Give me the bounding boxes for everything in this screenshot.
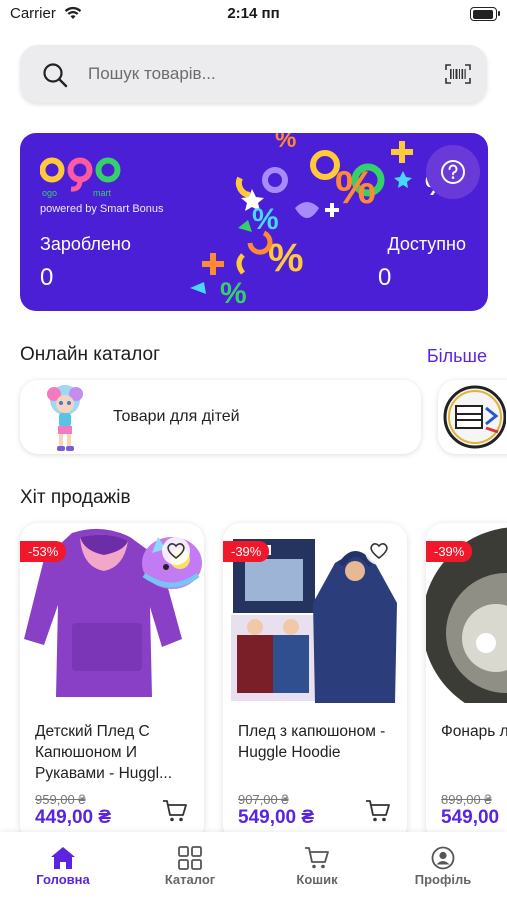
available-label: Доступно	[387, 234, 466, 254]
product-old-price: 959,00 ₴	[35, 792, 86, 807]
bestsellers-section-title: Хіт продажів	[20, 487, 131, 508]
tab-label: Головна	[36, 872, 90, 887]
svg-text:%: %	[335, 161, 376, 213]
add-to-cart-icon[interactable]	[365, 799, 391, 828]
earned-value: 0	[40, 264, 54, 291]
status-bar: Carrier 2:14 пп	[0, 0, 507, 30]
doll-image	[47, 385, 83, 451]
heart-icon[interactable]	[162, 537, 190, 570]
tab-profile[interactable]: Профіль	[380, 832, 506, 900]
app-screen: Carrier 2:14 пп Пошук товарів... % % % %…	[0, 0, 507, 900]
catalog-section-title: Онлайн каталог	[20, 344, 161, 365]
bottom-tab-bar: Головна Каталог Кошик Профіль	[0, 832, 507, 900]
svg-text:%: %	[268, 236, 304, 280]
search-icon	[42, 62, 68, 93]
product-card[interactable]: -39% Плед з капюшоном - Huggle Hoodie 90…	[223, 523, 407, 843]
search-bar[interactable]	[20, 45, 487, 103]
svg-text:%: %	[275, 133, 296, 153]
help-button[interactable]	[426, 145, 480, 199]
ogo-logo: ogo mart	[39, 156, 124, 198]
product-name: Детский Плед С Капюшоном И Рукавами - Hu…	[35, 723, 173, 782]
tab-cart[interactable]: Кошик	[254, 832, 380, 900]
discount-badge: -39%	[223, 541, 270, 562]
product-card[interactable]: -53% Детский Плед С Капюшоном И Рукавами…	[20, 523, 204, 843]
available-value: 0	[378, 264, 392, 291]
tab-catalog[interactable]: Каталог	[127, 832, 253, 900]
tab-label: Профіль	[414, 872, 472, 887]
bonus-banner[interactable]: % % % % % % ogo mart powered by Smart Bo…	[20, 133, 488, 311]
earned-label: Зароблено	[40, 234, 131, 254]
powered-by-label: powered by Smart Bonus	[40, 203, 164, 215]
grid-icon	[178, 846, 202, 875]
question-icon	[441, 160, 465, 184]
clock: 2:14 пп	[227, 5, 280, 22]
svg-text:ogo: ogo	[42, 188, 57, 198]
discount-badge: -39%	[426, 541, 473, 562]
product-card[interactable]: -39% Фонарь луч + Ча 899,00 ₴ 549,00	[426, 523, 507, 843]
catalog-thumbnail	[443, 385, 506, 449]
product-price: 449,00 ₴	[35, 807, 112, 828]
home-icon	[50, 846, 76, 875]
catalog-item-next[interactable]	[438, 380, 507, 454]
catalog-item-label: Товари для дітей	[113, 408, 240, 425]
search-input[interactable]	[88, 53, 428, 95]
tab-home[interactable]: Головна	[0, 832, 126, 900]
profile-icon	[431, 846, 455, 875]
product-price: 549,00	[441, 807, 500, 828]
product-price: 549,00 ₴	[238, 807, 315, 828]
svg-text:%: %	[220, 277, 247, 310]
catalog-more-link[interactable]: Більше	[427, 346, 487, 367]
tab-label: Кошик	[296, 872, 338, 887]
product-old-price: 899,00 ₴	[441, 792, 492, 807]
barcode-scan-icon[interactable]	[445, 64, 471, 89]
catalog-item-kids[interactable]: Товари для дітей	[20, 380, 421, 454]
product-old-price: 907,00 ₴	[238, 792, 289, 807]
add-to-cart-icon[interactable]	[162, 799, 188, 828]
heart-icon[interactable]	[365, 537, 393, 570]
cart-icon	[304, 846, 330, 875]
tab-label: Каталог	[164, 872, 216, 887]
product-name: Фонарь луч + Ча	[441, 723, 507, 740]
svg-text:mart: mart	[93, 188, 111, 198]
discount-badge: -53%	[20, 541, 67, 562]
product-name: Плед з капюшоном - Huggle Hoodie	[238, 723, 386, 761]
battery-icon	[470, 7, 500, 21]
